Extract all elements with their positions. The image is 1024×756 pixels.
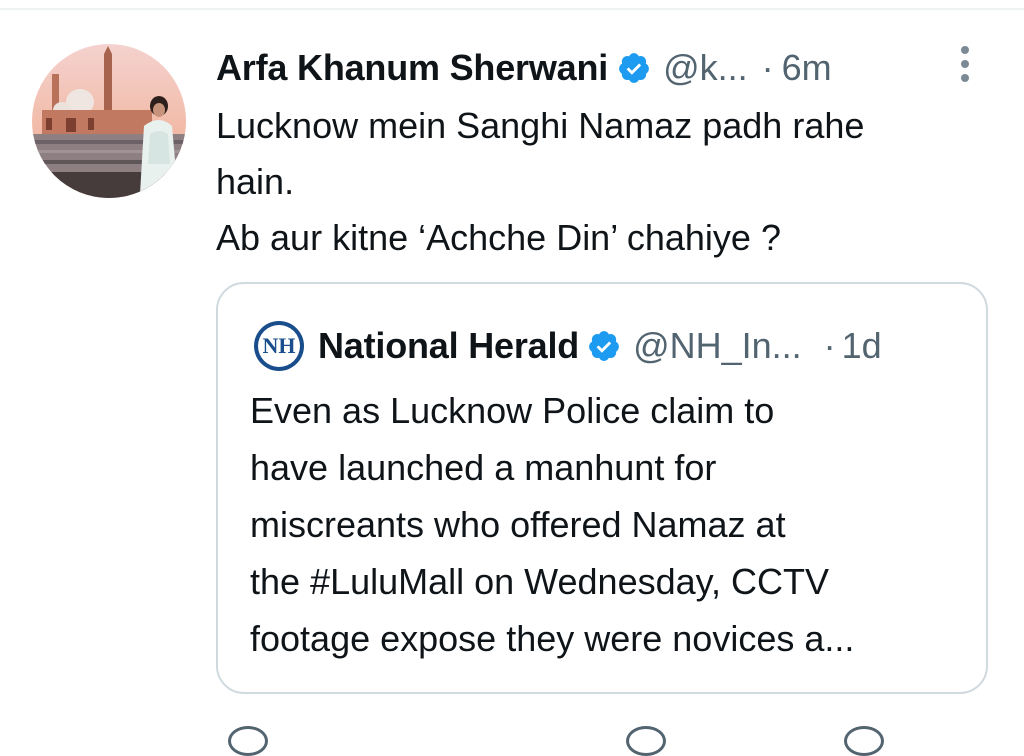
quoted-tweet-header: NH National Herald @NH_In... · 1d [250,320,882,372]
reply-icon[interactable] [228,726,268,756]
share-icon[interactable] [844,726,884,756]
quoted-text-line: have launched a manhunt for [250,447,717,488]
quoted-author-name[interactable]: National Herald [318,325,579,367]
separator-dot: · [761,47,774,88]
quoted-tweet-text: Even as Lucknow Police claim to have lau… [250,382,970,667]
tweet-timestamp[interactable]: 6m [782,47,832,89]
quoted-tweet-card[interactable]: NH National Herald @NH_In... · 1d Even a… [216,282,988,694]
quoted-text-line: the #LuluMall on Wednesday, CCTV [250,561,829,602]
quoted-text-line: Even as Lucknow Police claim to [250,390,775,431]
tweet-text-line: Lucknow mein Sanghi Namaz padh rahe [216,105,865,146]
tweet-text: Lucknow mein Sanghi Namaz padh rahe hain… [216,98,996,266]
more-options-icon[interactable] [958,44,972,84]
quoted-tweet-timestamp[interactable]: 1d [842,325,882,367]
author-handle[interactable]: @k... [663,47,748,89]
verified-badge-icon [617,51,651,85]
author-avatar[interactable] [32,44,186,198]
top-divider [0,8,1024,10]
quoted-text-line: footage expose they were novices a... [250,618,855,659]
tweet-header: Arfa Khanum Sherwani @k... · 6m [216,42,832,94]
author-name[interactable]: Arfa Khanum Sherwani [216,47,608,89]
separator-dot: · [823,325,836,366]
national-herald-logo: NH [250,320,308,372]
svg-text:NH: NH [263,333,296,358]
like-icon[interactable] [626,726,666,756]
tweet-action-bar [216,726,916,756]
tweet-text-line: Ab aur kitne ‘Achche Din’ chahiye ? [216,217,781,258]
verified-badge-icon [587,329,621,363]
quoted-author-handle[interactable]: @NH_In... [633,325,802,367]
tweet-text-line: hain. [216,161,295,202]
avatar-image [32,44,186,198]
quoted-text-line: miscreants who offered Namaz at [250,504,786,545]
